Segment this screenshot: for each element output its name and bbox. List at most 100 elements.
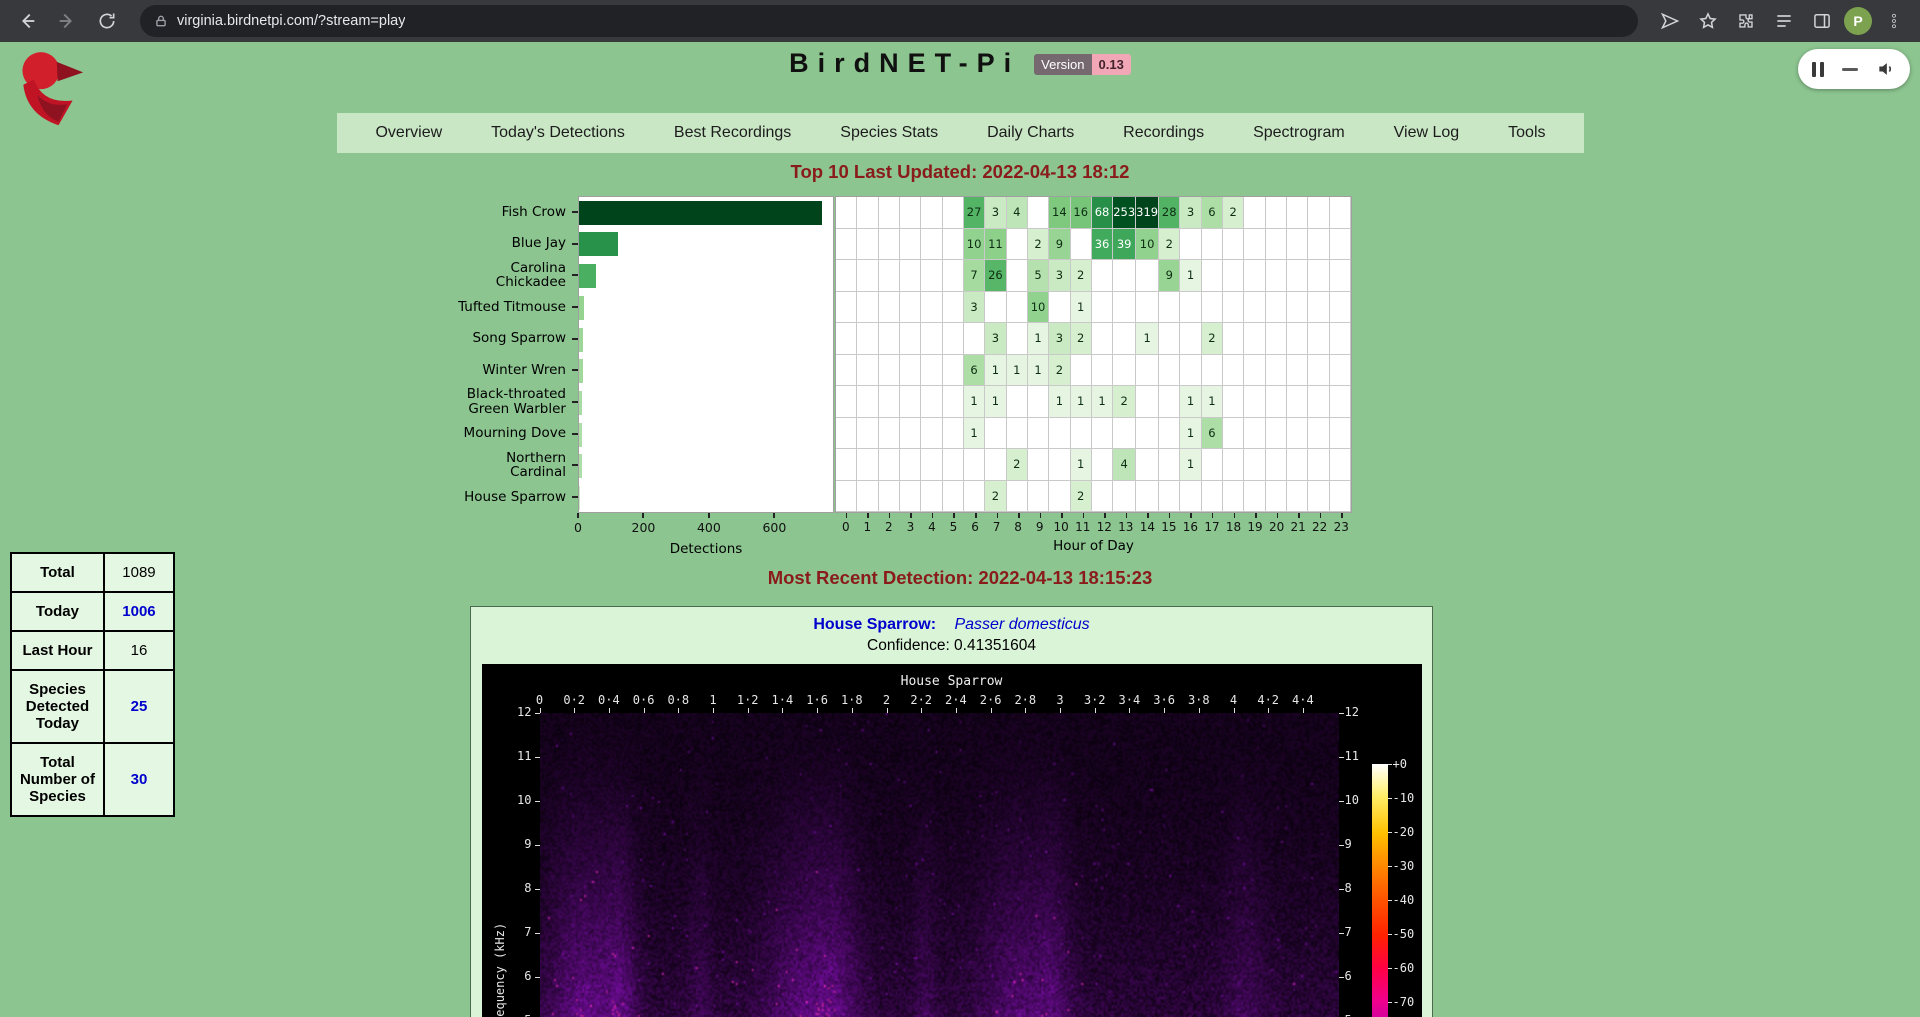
heatmap-cell-fish-crow-h20	[1266, 197, 1287, 229]
hour-tick-mark	[1018, 513, 1020, 518]
version-label: Version	[1034, 54, 1091, 75]
colorbar-tick-mark	[1388, 866, 1392, 867]
heatmap-cell-house-sparrow-h5	[943, 481, 964, 513]
heatmap-cell-black-throated-green-warbler-h14	[1136, 386, 1159, 418]
menu-dots-icon[interactable]	[1878, 5, 1910, 37]
heatmap-cell-song-sparrow-h16	[1180, 323, 1201, 355]
stat-value-today[interactable]: 1006	[104, 592, 174, 631]
heatmap-cell-black-throated-green-warbler-h7: 1	[985, 386, 1006, 418]
spectro-time-tick: 0·8	[667, 693, 689, 707]
heatmap-cell-black-throated-green-warbler-h15	[1159, 386, 1180, 418]
nav-item-tools[interactable]: Tools	[1508, 124, 1545, 142]
heatmap-cell-fish-crow-h23	[1330, 197, 1351, 229]
heatmap-cell-mourning-dove-h3	[900, 418, 921, 450]
spectro-freq-tick-mark	[535, 713, 540, 714]
send-icon[interactable]	[1654, 5, 1686, 37]
hour-tick-label: 22	[1312, 520, 1327, 534]
heatmap-cell-black-throated-green-warbler-h3	[900, 386, 921, 418]
heatmap-cell-fish-crow-h17: 6	[1202, 197, 1223, 229]
heatmap-cell-house-sparrow-h17	[1202, 481, 1223, 513]
heatmap-cell-carolina-chickadee-h7: 26	[985, 260, 1006, 292]
profile-avatar[interactable]: P	[1844, 7, 1872, 35]
hour-tick-label: 14	[1140, 520, 1155, 534]
nav-item-overview[interactable]: Overview	[375, 124, 442, 142]
spectro-time-tick-mark	[1129, 708, 1130, 713]
spectro-time-tick: 3·4	[1119, 693, 1141, 707]
nav-item-species-stats[interactable]: Species Stats	[840, 124, 938, 142]
spectro-freq-tick-mark	[1339, 801, 1344, 802]
side-panel-icon[interactable]	[1806, 5, 1838, 37]
forward-button[interactable]	[50, 4, 84, 38]
volume-icon[interactable]	[1876, 59, 1896, 79]
stat-value-total-number-of-species[interactable]: 30	[104, 743, 174, 816]
spectro-freq-tick-right: 5	[1345, 1013, 1375, 1017]
spectro-time-tick: 4·4	[1292, 693, 1314, 707]
hour-tick-mark	[846, 513, 848, 518]
spectro-freq-tick-mark	[1339, 845, 1344, 846]
spectro-freq-tick-mark	[1339, 757, 1344, 758]
detections-bar-chart	[578, 196, 834, 513]
bar-house-sparrow	[579, 486, 580, 510]
list-extension-icon[interactable]	[1768, 5, 1800, 37]
spectro-time-tick: 1	[709, 693, 716, 707]
nav-item-today-s-detections[interactable]: Today's Detections	[491, 124, 625, 142]
heatmap-cell-winter-wren-h3	[900, 355, 921, 387]
stat-value-species-detected-today[interactable]: 25	[104, 670, 174, 743]
x-tick-mark	[708, 513, 710, 518]
hour-tick-label: 18	[1226, 520, 1241, 534]
spectro-freq-tick-right: 11	[1345, 749, 1375, 763]
spectro-freq-tick-mark	[535, 801, 540, 802]
hour-tick-label: 16	[1183, 520, 1198, 534]
url-text: virginia.birdnetpi.com/?stream=play	[177, 13, 405, 29]
heatmap-cell-song-sparrow-h1	[857, 323, 878, 355]
nav-item-view-log[interactable]: View Log	[1394, 124, 1460, 142]
heatmap-cell-black-throated-green-warbler-h1	[857, 386, 878, 418]
bookmark-star-icon[interactable]	[1692, 5, 1724, 37]
heatmap-cell-fish-crow-h13: 253	[1113, 197, 1136, 229]
species-common-link[interactable]: House Sparrow:	[813, 616, 936, 633]
heatmap-cell-mourning-dove-h14	[1136, 418, 1159, 450]
heatmap-cell-blue-jay-h12: 36	[1092, 229, 1113, 261]
recent-species-line: House Sparrow: Passer domesticus	[471, 616, 1432, 634]
reload-button[interactable]	[90, 4, 124, 38]
heatmap-cell-mourning-dove-h23	[1330, 418, 1351, 450]
heatmap-cell-tufted-titmouse-h4	[921, 292, 942, 324]
heatmap-cell-northern-cardinal-h19	[1244, 449, 1265, 481]
heatmap-cell-tufted-titmouse-h19	[1244, 292, 1265, 324]
address-bar[interactable]: virginia.birdnetpi.com/?stream=play	[140, 5, 1638, 37]
spectro-time-tick-mark	[574, 708, 575, 713]
heatmap-cell-winter-wren-h23	[1330, 355, 1351, 387]
nav-item-spectrogram[interactable]: Spectrogram	[1253, 124, 1345, 142]
heatmap-cell-house-sparrow-h23	[1330, 481, 1351, 513]
heatmap-cell-carolina-chickadee-h10: 3	[1049, 260, 1070, 292]
nav-item-daily-charts[interactable]: Daily Charts	[987, 124, 1074, 142]
heatmap-cell-black-throated-green-warbler-h20	[1266, 386, 1287, 418]
heatmap-cell-winter-wren-h7: 1	[985, 355, 1006, 387]
spectro-time-tick: 0·4	[598, 693, 620, 707]
heatmap-cell-fish-crow-h15: 28	[1159, 197, 1180, 229]
heatmap-cell-house-sparrow-h2	[879, 481, 900, 513]
heatmap-cell-northern-cardinal-h6	[964, 449, 985, 481]
stat-label-species-detected-today: Species Detected Today	[11, 670, 104, 743]
top10-heading: Top 10 Last Updated: 2022-04-13 18:12	[0, 161, 1920, 183]
heatmap-cell-black-throated-green-warbler-h8	[1007, 386, 1028, 418]
audio-player[interactable]	[1798, 49, 1910, 89]
heatmap-cell-song-sparrow-h11: 2	[1071, 323, 1092, 355]
nav-item-best-recordings[interactable]: Best Recordings	[674, 124, 791, 142]
heatmap-cell-blue-jay-h22	[1308, 229, 1329, 261]
heatmap-cell-northern-cardinal-h2	[879, 449, 900, 481]
spectro-time-tick: 2·2	[910, 693, 932, 707]
colorbar-db-label: -50	[1393, 927, 1415, 941]
nav-item-recordings[interactable]: Recordings	[1123, 124, 1204, 142]
bar-blue-jay	[579, 232, 618, 256]
heatmap-cell-fish-crow-h18: 2	[1223, 197, 1244, 229]
pause-button[interactable]	[1812, 62, 1824, 77]
heatmap-cell-tufted-titmouse-h22	[1308, 292, 1329, 324]
back-button[interactable]	[10, 4, 44, 38]
heatmap-cell-tufted-titmouse-h10	[1049, 292, 1070, 324]
heatmap-cell-winter-wren-h15	[1159, 355, 1180, 387]
extensions-puzzle-icon[interactable]	[1730, 5, 1762, 37]
heatmap-cell-northern-cardinal-h8: 2	[1007, 449, 1028, 481]
heatmap-cell-blue-jay-h11	[1071, 229, 1092, 261]
bar-mourning-dove	[579, 423, 582, 447]
